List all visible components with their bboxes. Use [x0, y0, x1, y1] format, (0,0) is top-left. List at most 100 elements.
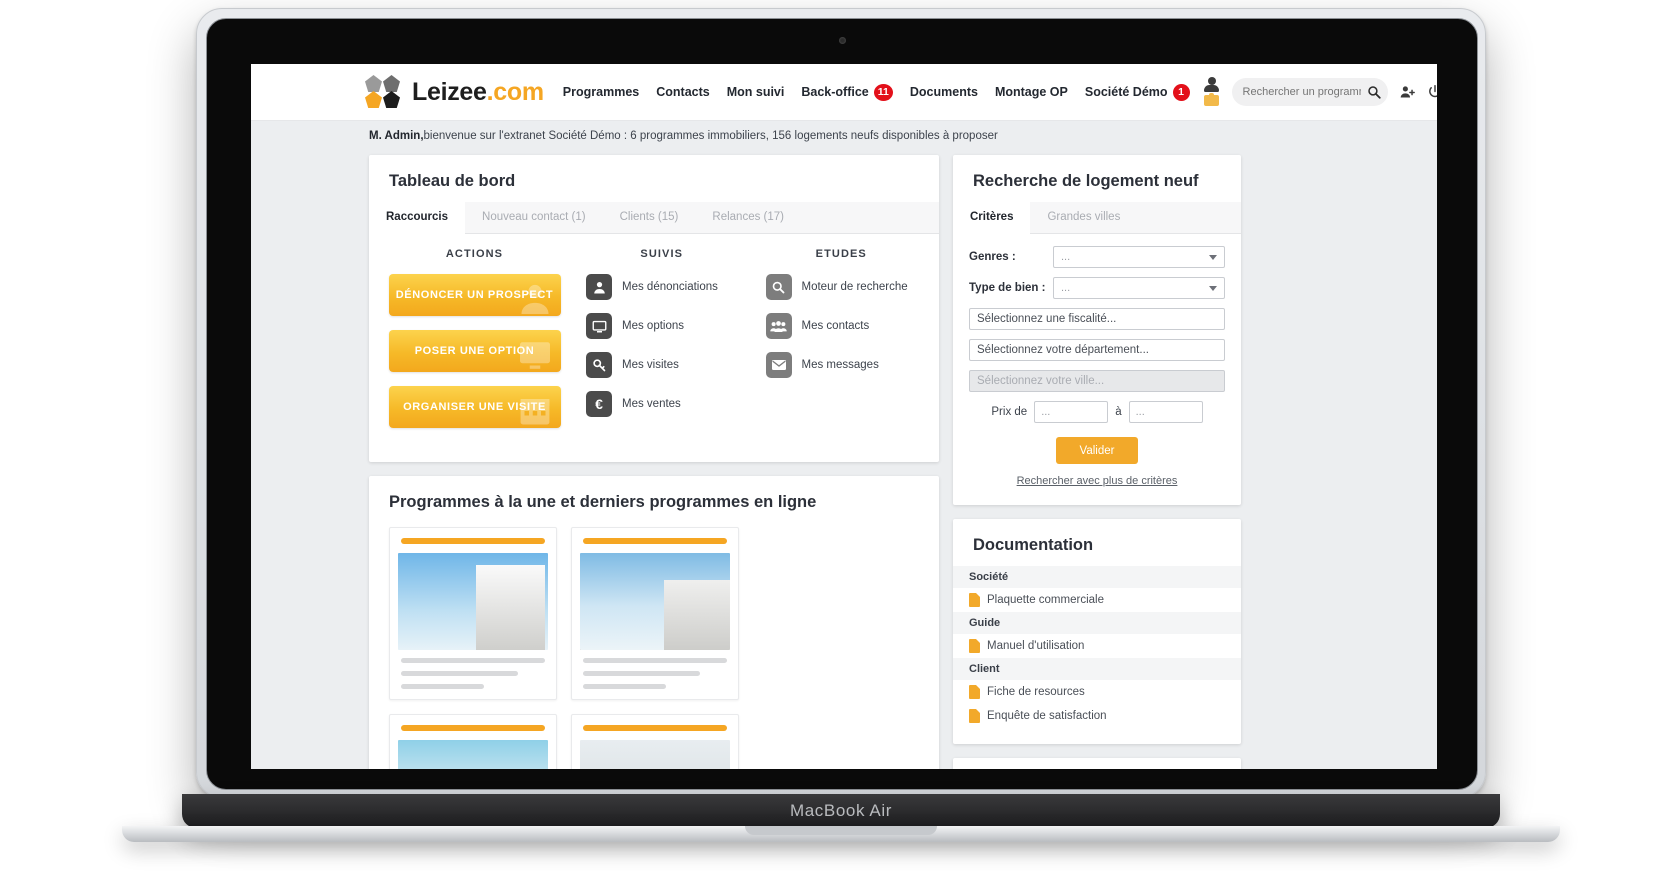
user-briefcase-icon[interactable] — [1202, 77, 1221, 107]
type-select[interactable]: ... — [1053, 277, 1225, 299]
nav-badge-back-office: 11 — [873, 83, 893, 101]
header-search[interactable] — [1231, 78, 1388, 106]
doc-item-fiche-de-resources[interactable]: Fiche de resources — [953, 680, 1241, 704]
welcome-text: bienvenue sur l'extranet Société Démo : … — [423, 130, 998, 142]
programme-accent-bar — [401, 725, 545, 731]
link-label: Mes contacts — [801, 320, 870, 332]
programme-card[interactable] — [389, 714, 557, 769]
fiscalite-select[interactable]: Sélectionnez une fiscalité... — [969, 308, 1225, 330]
poser-option-button[interactable]: POSER UNE OPTION — [388, 330, 561, 372]
programme-skeleton-line — [401, 684, 484, 689]
valider-button[interactable]: Valider — [1056, 437, 1138, 464]
nav-item-mon-suivi[interactable]: Mon suivi — [727, 85, 785, 99]
power-icon[interactable] — [1427, 84, 1437, 100]
pdf-icon — [969, 685, 980, 699]
laptop-lid: Leizee.com Programmes Contacts Mon suivi… — [196, 8, 1486, 798]
nav-item-back-office[interactable]: Back-office 11 — [801, 83, 893, 101]
nav-item-programmes[interactable]: Programmes — [563, 85, 639, 99]
main-nav: Programmes Contacts Mon suivi Back-offic… — [563, 83, 1190, 101]
doc-item-enquete-satisfaction[interactable]: Enquête de satisfaction — [953, 704, 1241, 728]
prix-min-select[interactable]: ... — [1034, 401, 1109, 423]
search-icon[interactable] — [1367, 85, 1381, 99]
nav-item-montage-op[interactable]: Montage OP — [995, 85, 1068, 99]
doc-group-societe: Société — [953, 566, 1241, 588]
link-moteur-de-recherche[interactable]: Moteur de recherche — [752, 274, 932, 300]
programme-accent-bar — [401, 538, 545, 544]
actions-column: ACTIONS DÉNONCER UN PROSPECT POSER UNE O… — [377, 248, 572, 442]
link-label: Moteur de recherche — [801, 281, 908, 293]
leizee-logo-icon — [365, 75, 403, 109]
organiser-visite-button[interactable]: ORGANISER UNE VISITE — [388, 386, 561, 428]
link-mes-contacts[interactable]: Mes contacts — [752, 313, 932, 339]
field-type-de-bien: Type de bien : ... — [969, 277, 1225, 299]
prix-separator: à — [1115, 406, 1122, 418]
doc-label: Fiche de resources — [987, 686, 1085, 698]
genres-value: ... — [1061, 251, 1071, 263]
dashboard-title: Tableau de bord — [389, 172, 516, 190]
laptop-mockup: Leizee.com Programmes Contacts Mon suivi… — [122, 8, 1560, 842]
programme-skeleton-line — [401, 671, 518, 676]
brand-logo[interactable]: Leizee.com — [365, 75, 544, 109]
laptop-base: MacBook Air — [182, 794, 1500, 828]
link-mes-ventes[interactable]: € Mes ventes — [572, 391, 752, 417]
more-criteria-link[interactable]: Rechercher avec plus de critères — [969, 475, 1225, 487]
doc-item-plaquette-commerciale[interactable]: Plaquette commerciale — [953, 588, 1241, 612]
chevron-down-icon — [1209, 286, 1217, 291]
search-icon — [765, 274, 792, 300]
tab-clients[interactable]: Clients (15) — [603, 202, 696, 233]
programme-card[interactable] — [389, 527, 557, 700]
ville-select[interactable]: Sélectionnez votre ville... — [969, 370, 1225, 392]
field-genres: Genres : ... — [969, 246, 1225, 268]
type-label: Type de bien : — [969, 282, 1046, 294]
welcome-strip: M. Admin, bienvenue sur l'extranet Socié… — [251, 121, 1437, 151]
tab-grandes-villes[interactable]: Grandes villes — [1030, 202, 1137, 233]
nav-item-contacts[interactable]: Contacts — [656, 85, 709, 99]
programme-image — [580, 553, 730, 650]
doc-item-manuel-utilisation[interactable]: Manuel d'utilisation — [953, 634, 1241, 658]
link-mes-messages[interactable]: Mes messages — [752, 352, 932, 378]
nav-item-societe-demo[interactable]: Société Démo 1 — [1085, 83, 1190, 101]
right-column: Recherche de logement neuf Critères Gran… — [953, 155, 1241, 769]
brand-name-text: Leizee — [412, 77, 487, 106]
documentation-title: Documentation — [973, 536, 1094, 554]
tab-relances[interactable]: Relances (17) — [695, 202, 801, 233]
actions-header: ACTIONS — [445, 248, 504, 260]
genres-select[interactable]: ... — [1053, 246, 1225, 268]
monitor-icon — [515, 337, 555, 372]
prix-max-select[interactable]: ... — [1128, 401, 1203, 423]
add-user-icon[interactable] — [1399, 84, 1416, 101]
dashboard-body: ACTIONS DÉNONCER UN PROSPECT POSER UNE O… — [369, 234, 939, 462]
pdf-icon — [969, 639, 980, 653]
denoncer-prospect-button[interactable]: DÉNONCER UN PROSPECT — [388, 274, 561, 316]
tab-nouveau-contact[interactable]: Nouveau contact (1) — [465, 202, 603, 233]
key-icon — [586, 352, 612, 378]
link-mes-options[interactable]: Mes options — [572, 313, 752, 339]
programme-card[interactable] — [571, 527, 739, 700]
nav-label: Montage OP — [994, 85, 1068, 99]
page-body: Tableau de bord Raccourcis Nouveau conta… — [251, 151, 1437, 769]
euro-icon: € — [586, 391, 612, 417]
link-mes-denonciations[interactable]: Mes dénonciations — [572, 274, 752, 300]
prix-min-value: ... — [1041, 406, 1051, 418]
programme-accent-bar — [583, 725, 727, 731]
search-input[interactable] — [1242, 86, 1361, 98]
link-label: Mes dénonciations — [622, 281, 718, 293]
suivis-header: SUIVIS — [640, 248, 684, 260]
documentation-card: Documentation Société Plaquette commerci… — [953, 519, 1241, 744]
nav-item-documents[interactable]: Documents — [910, 85, 978, 99]
programme-image — [398, 553, 548, 650]
nav-label: Contacts — [656, 85, 710, 99]
programme-card[interactable] — [571, 714, 739, 769]
prix-max-value: ... — [1135, 406, 1145, 418]
link-mes-visites[interactable]: Mes visites — [572, 352, 752, 378]
nav-label: Programmes — [562, 85, 640, 99]
tab-raccourcis[interactable]: Raccourcis — [369, 202, 466, 234]
price-range-row: Prix de ... à ... — [969, 401, 1225, 423]
nav-label: Mon suivi — [726, 85, 785, 99]
link-label: Mes ventes — [622, 398, 681, 410]
genres-label: Genres : — [969, 251, 1016, 263]
departement-select[interactable]: Sélectionnez votre département... — [969, 339, 1225, 361]
tab-criteres[interactable]: Critères — [953, 202, 1031, 234]
doc-group-client: Client — [953, 658, 1241, 680]
laptop-notch — [745, 826, 937, 835]
